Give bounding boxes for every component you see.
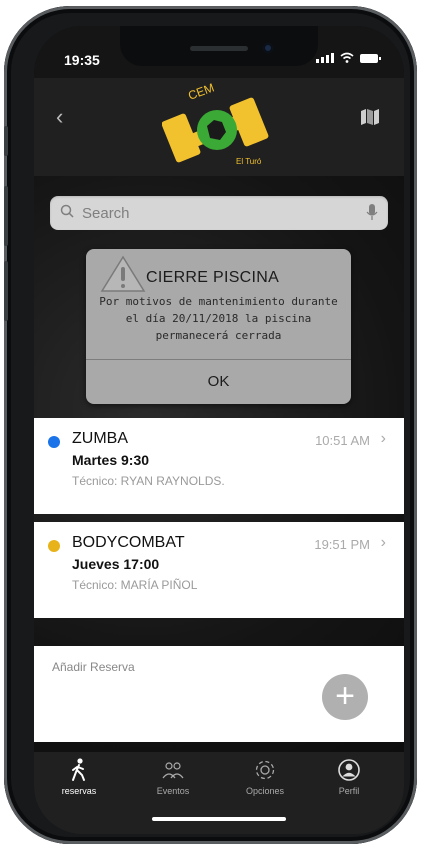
tab-perfil[interactable]: Perfil (314, 758, 384, 796)
logo-text-top: CEM (186, 82, 216, 103)
main-content: Search CIERRE PISCINA Por motivos de man… (34, 176, 404, 752)
alert-title: CIERRE PISCINA (146, 269, 280, 286)
class-schedule: Jueves 17:00 (72, 556, 160, 572)
class-schedule: Martes 9:30 (72, 452, 150, 468)
tab-label: Opciones (245, 786, 285, 796)
app-header: ‹ CEM El Turó (34, 78, 404, 176)
phone-frame: 19:35 ‹ CEM El Turó Search CIERRE PISCIN… (4, 6, 417, 844)
class-name: BODYCOMBAT (72, 534, 185, 551)
map-icon[interactable] (360, 108, 380, 126)
battery-icon (360, 54, 381, 63)
chevron-right-icon: › (380, 534, 386, 551)
home-indicator (152, 817, 286, 821)
club-logo: CEM El Turó (162, 82, 269, 166)
add-reservation-panel: Añadir Reserva + (34, 646, 404, 742)
mute-switch (4, 126, 8, 156)
tab-label: Perfil (338, 786, 360, 796)
class-trainer: Técnico: MARÍA PIÑOL (72, 578, 198, 592)
class-trainer: Técnico: RYAN RAYNOLDS. (72, 474, 225, 488)
search-placeholder: Search (82, 205, 130, 222)
tab-label: Eventos (156, 786, 190, 796)
profile-icon (338, 759, 360, 781)
tab-reservas[interactable]: reservas (44, 758, 114, 796)
search-icon (60, 204, 74, 218)
volume-up-button (4, 186, 8, 246)
tab-opciones[interactable]: Opciones (230, 758, 300, 796)
alert-dialog: CIERRE PISCINA Por motivos de mantenimie… (86, 249, 351, 404)
status-icons (316, 52, 381, 63)
add-reservation-button[interactable]: + (322, 674, 368, 720)
camera-icon (263, 43, 273, 53)
tab-label: reservas (61, 786, 97, 796)
alert-message: Por motivos de mantenimiento durante el … (99, 295, 338, 342)
alert-ok-button[interactable]: OK (86, 360, 351, 404)
screen: 19:35 ‹ CEM El Turó Search CIERRE PISCIN… (34, 26, 404, 834)
speaker (190, 46, 248, 51)
group-icon (162, 762, 184, 779)
notch (120, 26, 318, 66)
add-reservation-label: Añadir Reserva (52, 660, 135, 674)
tab-bar: reservas Eventos Opciones Perfil (34, 752, 404, 834)
status-dot (48, 436, 60, 448)
warning-icon (100, 255, 146, 292)
reservation-card[interactable]: ZUMBA Martes 9:30 Técnico: RYAN RAYNOLDS… (34, 418, 404, 514)
status-dot (48, 540, 60, 552)
walking-icon (72, 758, 85, 781)
search-input[interactable]: Search (50, 196, 388, 230)
tab-eventos[interactable]: Eventos (138, 758, 208, 796)
chevron-left-icon[interactable]: ‹ (56, 104, 63, 130)
microphone-icon[interactable] (366, 203, 378, 221)
status-time: 19:35 (64, 52, 100, 68)
wifi-icon (340, 52, 354, 63)
status-bar: 19:35 (34, 26, 404, 78)
reservation-card[interactable]: BODYCOMBAT Jueves 17:00 Técnico: MARÍA P… (34, 522, 404, 618)
reservation-time: 19:51 PM (314, 537, 370, 552)
class-name: ZUMBA (72, 430, 128, 447)
signal-icon (316, 53, 334, 63)
reservation-time: 10:51 AM (315, 433, 370, 448)
logo-text-bottom: El Turó (236, 157, 262, 166)
gear-icon (255, 760, 275, 780)
volume-down-button (4, 261, 8, 321)
chevron-right-icon: › (380, 430, 386, 447)
